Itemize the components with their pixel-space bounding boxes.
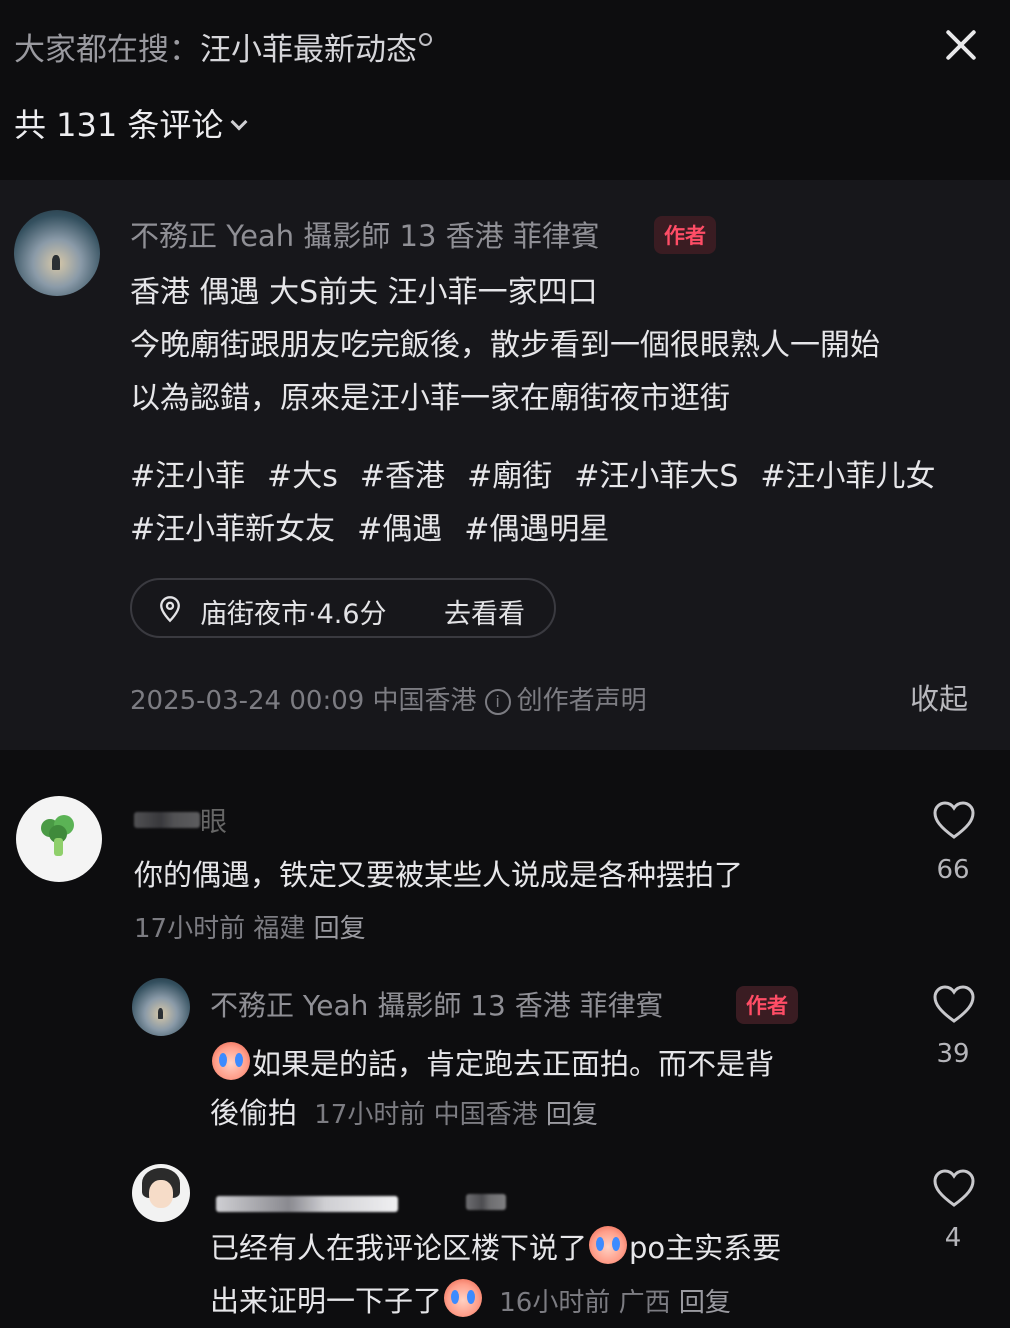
location-go-button[interactable]: 去看看 [444, 592, 525, 631]
close-button[interactable] [940, 24, 982, 66]
reply-text-line-1: 如果是的話，肯定跑去正面拍。而不是背 [210, 1036, 774, 1083]
post-line-1: 香港 偶遇 大S前夫 汪小菲一家四口 [130, 275, 598, 310]
info-icon: i [484, 689, 511, 715]
creator-declaration-link[interactable]: 创作者声明 [517, 686, 647, 716]
reply-timestamp: 16小时前 广西 [499, 1288, 671, 1318]
comment-meta: 17小时前 福建 回复 [134, 908, 366, 945]
comment-text: 你的偶遇，铁定又要被某些人说成是各种摆拍了 [134, 858, 744, 892]
like-count: 66 [936, 855, 970, 885]
heart-icon[interactable] [932, 1168, 976, 1208]
username-redaction [466, 1194, 506, 1210]
collapse-button[interactable]: 收起 [910, 676, 968, 718]
chevron-down-icon [230, 113, 248, 131]
post-line-2: 今晚廟街跟朋友吃完飯後，散步看到一個很眼熟人一開始 [130, 328, 880, 363]
search-prefix: 大家都在搜： [14, 32, 200, 68]
reply-text-line-1: 已经有人在我评论区楼下说了 po主实系要 [210, 1220, 781, 1267]
reply-button[interactable]: 回复 [314, 914, 366, 944]
reply-meta: 16小时前 广西 回复 [499, 1288, 731, 1318]
reply-meta: 17小时前 中国香港 回复 [314, 1100, 598, 1130]
post-username[interactable]: 不務正 Yeah 攝影師 13 香港 菲律賓 [130, 213, 600, 255]
hashtag-row-2: #汪小菲新女友 #偶遇 #偶遇明星 [130, 504, 631, 548]
reply-username[interactable]: 不務正 Yeah 攝影師 13 香港 菲律賓 [210, 984, 664, 1024]
location-name: 庙街夜市·4.6分 [200, 599, 387, 630]
crying-emoji-icon [589, 1226, 628, 1264]
hashtag[interactable]: #偶遇明星 [464, 512, 609, 547]
username-redaction [216, 1196, 398, 1212]
search-icon [419, 33, 432, 46]
location-pill[interactable]: 庙街夜市·4.6分 去看看 [130, 578, 556, 638]
top-bar: 大家都在搜：汪小菲最新动态 [0, 0, 1010, 90]
author-badge: 作者 [654, 216, 716, 254]
like-count: 4 [944, 1223, 962, 1253]
heart-icon[interactable] [932, 984, 976, 1024]
hashtag-row-1: #汪小菲 #大s #香港 #廟街 #汪小菲大S #汪小菲儿女 [130, 451, 958, 495]
broccoli-icon [41, 815, 74, 856]
post-timestamp: 2025-03-24 00:09 中国香港 [130, 686, 477, 716]
hashtag[interactable]: #汪小菲 [130, 459, 245, 494]
like-count: 39 [936, 1039, 970, 1069]
author-post: 不務正 Yeah 攝影師 13 香港 菲律賓 作者 香港 偶遇 大S前夫 汪小菲… [0, 180, 1010, 750]
avatar[interactable] [14, 210, 100, 296]
hashtag[interactable]: #汪小菲大S [574, 459, 738, 494]
avatar[interactable] [16, 796, 102, 882]
search-keyword[interactable]: 汪小菲最新动态 [200, 32, 417, 68]
location-pin-icon [160, 596, 180, 623]
username-redaction [134, 812, 200, 828]
post-meta: 2025-03-24 00:09 中国香港 i 创作者声明 [130, 680, 647, 717]
reply-button[interactable]: 回复 [546, 1100, 598, 1130]
crying-emoji-icon [444, 1279, 483, 1317]
reply-text-line-2: 後偷拍 17小时前 中国香港 回复 [210, 1096, 598, 1130]
hashtag[interactable]: #廟街 [467, 459, 552, 494]
comment-count-selector[interactable]: 共 131 条评论 [14, 100, 248, 146]
reply-text-line-2: 出来证明一下子了 16小时前 广西 回复 [210, 1273, 731, 1320]
author-badge: 作者 [736, 986, 798, 1024]
comment-count-label: 共 131 条评论 [14, 106, 224, 144]
post-line-3: 以為認錯，原來是汪小菲一家在廟街夜市逛街 [130, 381, 730, 416]
hashtag[interactable]: #偶遇 [357, 512, 442, 547]
reply-timestamp: 17小时前 中国香港 [314, 1100, 538, 1130]
hashtag[interactable]: #大s [267, 459, 338, 494]
avatar[interactable] [132, 978, 190, 1036]
crying-emoji-icon [212, 1042, 250, 1080]
heart-icon[interactable] [932, 800, 976, 840]
comment-timestamp: 17小时前 福建 [134, 914, 306, 944]
avatar[interactable] [132, 1164, 190, 1222]
hashtag[interactable]: #汪小菲儿女 [760, 459, 935, 494]
comment-username[interactable]: 眼 [200, 800, 227, 839]
reply-button[interactable]: 回复 [679, 1288, 731, 1318]
hashtag[interactable]: #香港 [360, 459, 445, 494]
search-suggestion[interactable]: 大家都在搜：汪小菲最新动态 [14, 24, 432, 69]
hashtag[interactable]: #汪小菲新女友 [130, 512, 335, 547]
